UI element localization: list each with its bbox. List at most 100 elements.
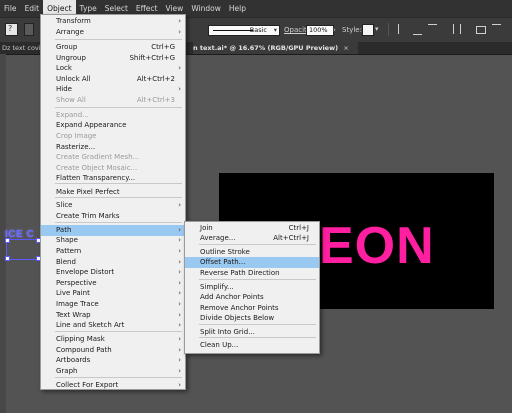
menu-item-label: Collect For Export — [56, 381, 119, 389]
submenu-chevron-icon: › — [178, 201, 181, 209]
menu-item-label: Clipping Mask — [56, 335, 105, 343]
submenu-chevron-icon: › — [178, 381, 181, 389]
submenu-chevron-icon: › — [178, 289, 181, 297]
menu-separator — [55, 183, 182, 184]
object-menu-item-line-and-sketch-art[interactable]: Line and Sketch Art › — [41, 320, 185, 331]
tab-doc-main[interactable]: n text.ai* @ 16.67% (RGB/GPU Preview) × — [193, 42, 358, 54]
object-menu-item-create-gradient-mesh: Create Gradient Mesh... — [41, 152, 185, 163]
object-menu-item-create-trim-marks[interactable]: Create Trim Marks — [41, 211, 185, 222]
artboard-neon-text[interactable]: EON — [319, 220, 435, 272]
menu-item-label: Blend — [56, 258, 76, 266]
object-menu-item-lock[interactable]: Lock › — [41, 63, 185, 74]
align-right-icon[interactable] — [444, 24, 454, 34]
menu-help[interactable]: Help — [225, 0, 250, 17]
menu-item-label: Shape — [56, 236, 78, 244]
tab-doc-main-label: n text.ai* @ 16.67% (RGB/GPU Preview) — [193, 44, 339, 52]
divider — [388, 23, 389, 36]
object-menu-item-clipping-mask[interactable]: Clipping Mask › — [41, 334, 185, 345]
fill-swatch[interactable]: ? — [5, 23, 18, 36]
object-menu-item-collect-for-export[interactable]: Collect For Export › — [41, 380, 185, 391]
stroke-swatch[interactable] — [24, 23, 34, 36]
menu-separator — [55, 197, 182, 198]
selection-handle[interactable] — [5, 238, 10, 243]
path-menu-item-simplify[interactable]: Simplify... — [185, 282, 319, 293]
object-menu-item-arrange[interactable]: Arrange › — [41, 27, 185, 38]
menu-item-shortcut: Alt+Ctrl+J — [273, 234, 309, 242]
close-icon[interactable]: × — [343, 44, 348, 52]
menu-item-label: Simplify... — [200, 283, 234, 291]
object-menu-item-envelope-distort[interactable]: Envelope Distort › — [41, 267, 185, 278]
opacity-input[interactable]: 100% — [306, 25, 334, 36]
menu-file[interactable]: File — [0, 0, 21, 17]
object-menu-item-rasterize[interactable]: Rasterize... — [41, 142, 185, 153]
path-menu-item-split-into-grid[interactable]: Split Into Grid... — [185, 327, 319, 338]
align-left-icon[interactable] — [398, 24, 408, 34]
path-menu-item-remove-anchor-points[interactable]: Remove Anchor Points — [185, 303, 319, 314]
chevron-down-icon[interactable]: ▾ — [375, 25, 379, 33]
menu-item-label: Add Anchor Points — [200, 293, 264, 301]
object-menu-item-slice[interactable]: Slice › — [41, 200, 185, 211]
distribute-icon[interactable] — [460, 24, 470, 34]
object-menu-item-expand-appearance[interactable]: Expand Appearance — [41, 120, 185, 131]
path-menu-item-offset-path[interactable]: Offset Path... — [185, 257, 319, 268]
menu-item-label: Create Gradient Mesh... — [56, 153, 140, 161]
object-menu-item-graph[interactable]: Graph › — [41, 366, 185, 377]
path-menu-item-average[interactable]: Average... Alt+Ctrl+J — [185, 233, 319, 244]
object-menu-item-blend[interactable]: Blend › — [41, 257, 185, 268]
align-top-icon[interactable] — [428, 24, 437, 35]
menu-item-label: Divide Objects Below — [200, 314, 275, 322]
object-menu-item-live-paint[interactable]: Live Paint › — [41, 288, 185, 299]
menu-item-shortcut: Alt+Ctrl+2 — [136, 75, 175, 83]
menu-separator — [55, 222, 182, 223]
transform-icon[interactable] — [476, 26, 486, 34]
object-menu-item-path[interactable]: Path › — [41, 225, 185, 236]
menu-item-label: Path — [56, 226, 72, 234]
submenu-chevron-icon: › — [178, 279, 181, 287]
object-menu-item-transform[interactable]: Transform › — [41, 16, 185, 27]
object-menu-item-unlock-all[interactable]: Unlock All Alt+Ctrl+2 — [41, 74, 185, 85]
path-menu-item-add-anchor-points[interactable]: Add Anchor Points — [185, 292, 319, 303]
object-menu-item-text-wrap[interactable]: Text Wrap › — [41, 310, 185, 321]
chevron-down-icon: ▾ — [273, 26, 277, 34]
object-menu-item-shape[interactable]: Shape › — [41, 235, 185, 246]
object-menu-item-artboards[interactable]: Artboards › — [41, 355, 185, 366]
object-menu-item-ungroup[interactable]: Ungroup Shift+Ctrl+G — [41, 53, 185, 64]
object-menu-item-make-pixel-perfect[interactable]: Make Pixel Perfect — [41, 187, 185, 198]
align-bottom-icon[interactable] — [413, 24, 422, 35]
menu-item-label: Group — [56, 43, 78, 51]
path-menu-item-reverse-path-direction[interactable]: Reverse Path Direction — [185, 268, 319, 279]
menu-item-label: Create Trim Marks — [56, 212, 120, 220]
stroke-style-dropdown[interactable]: Basic ▾ — [208, 25, 280, 36]
object-menu-item-hide[interactable]: Hide › — [41, 84, 185, 95]
submenu-chevron-icon: › — [178, 335, 181, 343]
submenu-chevron-icon: › — [178, 226, 181, 234]
graphic-style-swatch[interactable] — [362, 24, 374, 36]
tab-doc-left-label: Dz text covid — [2, 44, 45, 52]
selection-handle[interactable] — [5, 256, 10, 261]
menu-item-label: Lock — [56, 64, 72, 72]
menu-separator — [55, 107, 182, 108]
object-menu-item-group[interactable]: Group Ctrl+G — [41, 42, 185, 53]
stroke-style-value: Basic — [249, 26, 267, 34]
menu-item-label: Show All — [56, 96, 86, 104]
menu-item-label: Arrange — [56, 28, 84, 36]
object-menu-item-flatten-transparency[interactable]: Flatten Transparency... — [41, 173, 185, 184]
menu-item-label: Envelope Distort — [56, 268, 115, 276]
path-menu-item-join[interactable]: Join Ctrl+J — [185, 223, 319, 234]
menu-item-label: Outline Stroke — [200, 248, 250, 256]
submenu-chevron-icon: › — [178, 85, 181, 93]
object-menu-item-compound-path[interactable]: Compound Path › — [41, 345, 185, 356]
menu-item-label: Reverse Path Direction — [200, 269, 280, 277]
path-menu-item-outline-stroke[interactable]: Outline Stroke — [185, 247, 319, 258]
path-menu-item-clean-up[interactable]: Clean Up... — [185, 340, 319, 351]
opacity-chevron-icon[interactable]: › — [333, 26, 336, 34]
object-menu-item-perspective[interactable]: Perspective › — [41, 278, 185, 289]
path-menu-item-divide-objects-below[interactable]: Divide Objects Below — [185, 313, 319, 324]
object-menu-item-pattern[interactable]: Pattern › — [41, 246, 185, 257]
menu-item-label: Make Pixel Perfect — [56, 188, 120, 196]
submenu-chevron-icon: › — [178, 64, 181, 72]
object-menu-item-image-trace[interactable]: Image Trace › — [41, 299, 185, 310]
menu-window[interactable]: Window — [187, 0, 225, 17]
menu-separator — [199, 337, 316, 338]
align-center-icon[interactable] — [492, 24, 501, 35]
